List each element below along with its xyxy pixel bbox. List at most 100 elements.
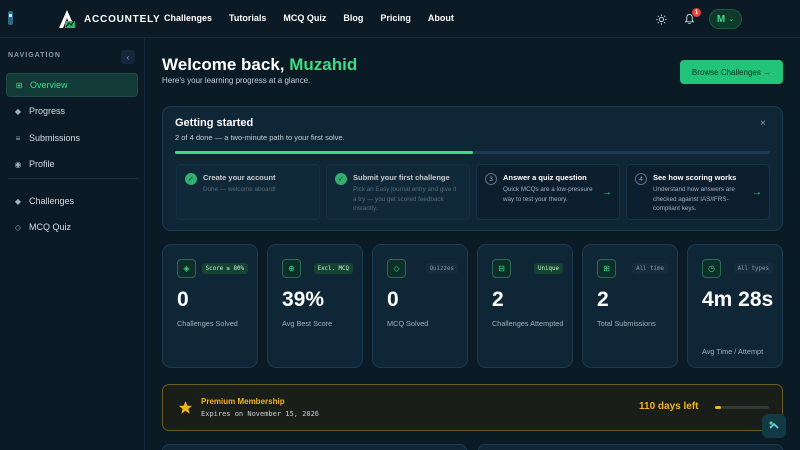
logo[interactable]: ACCOUNTELY <box>56 8 161 30</box>
sidebar-item-label: Challenges <box>29 196 75 206</box>
getting-started-progress <box>175 151 770 154</box>
step-title: Create your account <box>203 173 276 182</box>
sun-icon <box>655 13 667 25</box>
stat-tag: Excl. MCQ <box>313 263 353 274</box>
nav-mcq-quiz[interactable]: MCQ Quiz <box>283 13 326 23</box>
sidebar-item-label: Overview <box>30 80 68 90</box>
sidebar-divider <box>8 178 138 179</box>
diamond-icon: ◆ <box>14 106 22 116</box>
step-description: Quick MCQs are a low-pressure way to tes… <box>503 186 593 203</box>
stat-label: Challenges Solved <box>177 319 238 328</box>
timer-icon: ◷ <box>702 259 721 278</box>
diamond-outline-icon: ◇ <box>14 222 22 232</box>
close-icon[interactable]: × <box>760 118 766 129</box>
theme-toggle-button[interactable] <box>653 11 669 27</box>
user-name: Muzahid <box>289 55 358 74</box>
collapse-sidebar-button[interactable]: ‹ <box>121 50 135 64</box>
user-menu-button[interactable]: M ⌄ <box>709 9 742 29</box>
stat-card-mcq-solved: ◇ Quizzes 0 MCQ Solved <box>372 244 468 368</box>
nav-blog[interactable]: Blog <box>343 13 363 23</box>
step-title: Submit your first challenge <box>353 173 450 182</box>
getting-started-subtitle: 2 of 4 done — a two-minute path to your … <box>175 133 345 142</box>
membership-progress-fill <box>715 406 722 409</box>
premium-expiry: Expires on November 15, 2026 <box>201 410 320 418</box>
stat-value: 2 <box>492 288 504 311</box>
step-number: 4 <box>635 173 647 185</box>
document-icon: ⊟ <box>492 259 511 278</box>
bottom-card-left <box>162 444 467 450</box>
step-description: Done — welcome aboard! <box>203 186 276 193</box>
grid-icon: ⊞ <box>597 259 616 278</box>
step-number: 3 <box>485 173 497 185</box>
sidebar-item-overview[interactable]: ⊞ Overview <box>6 73 138 97</box>
sidebar-item-label: Profile <box>29 159 55 169</box>
chevron-down-icon: ⌄ <box>728 16 735 23</box>
step-description: Understand how answers are checked again… <box>653 186 735 213</box>
page-title: Welcome back, Muzahid <box>162 55 357 75</box>
step-submit-challenge: ✓ Submit your first challenge Pick an Ea… <box>326 164 470 220</box>
days-left: 110 days left <box>639 401 699 412</box>
sidebar-item-profile[interactable]: ◉ Profile <box>6 152 138 176</box>
stat-label: Avg Time / Attempt <box>702 347 764 356</box>
check-icon: ✓ <box>185 173 197 185</box>
sidebar: NAVIGATION ‹ ⊞ Overview ◆ Progress ≡ Sub… <box>0 38 145 450</box>
side-edge-icon <box>6 9 16 27</box>
star-icon <box>178 400 193 415</box>
notifications-button[interactable]: 1 <box>681 8 701 27</box>
membership-progress <box>715 406 769 409</box>
sidebar-item-label: MCQ Quiz <box>29 222 72 232</box>
stat-value: 4m 28s <box>702 288 774 311</box>
stat-card-avg-best-score: ⊕ Excl. MCQ 39% Avg Best Score <box>267 244 363 368</box>
browse-challenges-button[interactable]: Browse Challenges → <box>680 60 783 84</box>
main-nav: Challenges Tutorials MCQ Quiz Blog Prici… <box>164 13 471 23</box>
step-create-account: ✓ Create your account Done — welcome abo… <box>176 164 320 220</box>
sidebar-heading: NAVIGATION <box>8 52 61 59</box>
step-title: Answer a quiz question <box>503 173 587 182</box>
stat-label: Avg Best Score <box>282 319 333 328</box>
stat-tag: Unique <box>534 263 563 274</box>
target-icon: ◈ <box>177 259 196 278</box>
step-scoring[interactable]: 4 See how scoring works Understand how a… <box>626 164 770 220</box>
diamond-icon: ◆ <box>14 196 22 206</box>
nav-challenges[interactable]: Challenges <box>164 13 212 23</box>
logo-text: ACCOUNTELY <box>84 13 161 25</box>
sidebar-item-label: Submissions <box>29 133 81 143</box>
nav-tutorials[interactable]: Tutorials <box>229 13 266 23</box>
header-actions: 1 M ⌄ <box>653 8 742 29</box>
stat-value: 0 <box>387 288 399 311</box>
stat-tag: Score ≥ 80% <box>201 263 248 274</box>
stat-card-total-submissions: ⊞ All time 2 Total Submissions <box>582 244 678 368</box>
step-answer-quiz[interactable]: 3 Answer a quiz question Quick MCQs are … <box>476 164 620 220</box>
stat-value: 39% <box>282 288 325 311</box>
arrow-right-icon[interactable]: → <box>602 187 612 198</box>
getting-started-panel: Getting started 2 of 4 done — a two-minu… <box>162 106 783 231</box>
stat-tag: All types <box>733 263 773 274</box>
greeting-text: Welcome back, <box>162 55 285 74</box>
step-title: See how scoring works <box>653 173 737 182</box>
check-icon: ✓ <box>335 173 347 185</box>
assistant-button[interactable] <box>762 414 786 438</box>
nav-about[interactable]: About <box>428 13 454 23</box>
sidebar-item-progress[interactable]: ◆ Progress <box>6 99 138 123</box>
user-circle-icon: ◉ <box>14 159 22 169</box>
arrow-right-icon[interactable]: → <box>752 187 762 198</box>
nav-pricing[interactable]: Pricing <box>380 13 411 23</box>
sidebar-item-submissions[interactable]: ≡ Submissions <box>6 126 138 150</box>
stat-label: Challenges Attempted <box>492 319 564 328</box>
chevron-left-icon: ‹ <box>126 52 130 62</box>
notification-badge: 1 <box>692 8 701 17</box>
stat-label: Total Submissions <box>597 319 656 328</box>
stat-card-avg-time: ◷ All types 4m 28s Avg Time / Attempt <box>687 244 783 368</box>
getting-started-title: Getting started <box>175 117 254 129</box>
stat-card-challenges-solved: ◈ Score ≥ 80% 0 Challenges Solved <box>162 244 258 368</box>
premium-membership-banner: Premium Membership Expires on November 1… <box>162 384 783 431</box>
step-description: Pick an Easy journal entry and give it a… <box>353 186 457 213</box>
stat-card-challenges-attempted: ⊟ Unique 2 Challenges Attempted <box>477 244 573 368</box>
stat-value: 0 <box>177 288 189 311</box>
sidebar-item-label: Progress <box>29 106 66 116</box>
stat-tag: Quizzes <box>425 263 458 274</box>
stat-label: MCQ Solved <box>387 319 429 328</box>
sidebar-item-challenges[interactable]: ◆ Challenges <box>6 189 138 213</box>
page-subtitle: Here's your learning progress at a glanc… <box>162 76 311 85</box>
sidebar-item-mcq-quiz[interactable]: ◇ MCQ Quiz <box>6 215 138 239</box>
